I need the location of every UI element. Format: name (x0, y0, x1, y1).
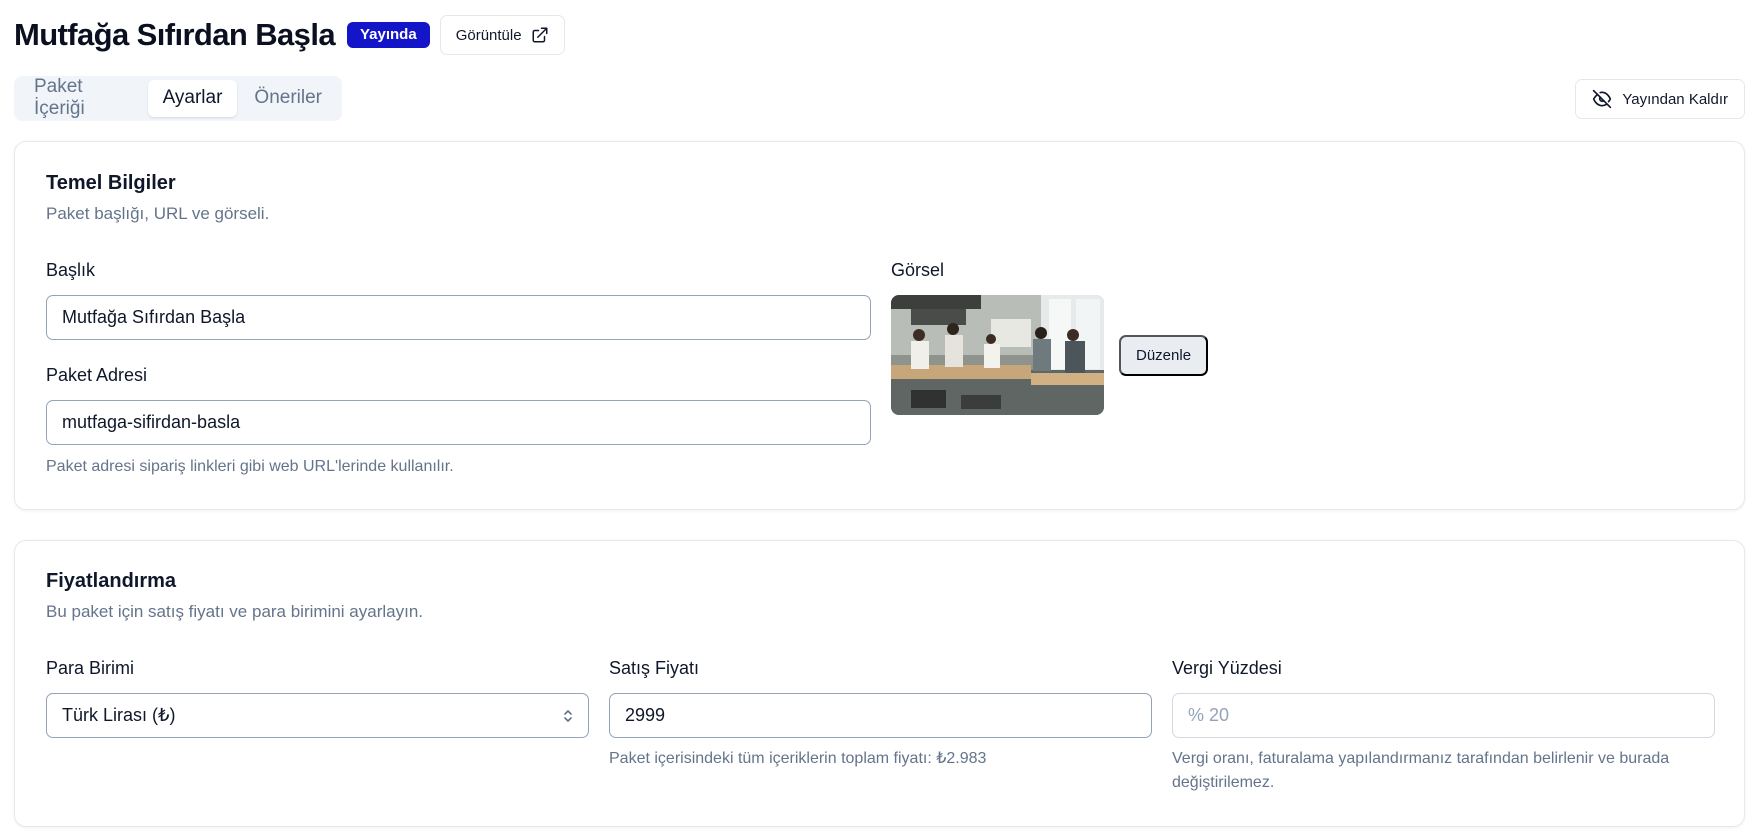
external-link-icon (532, 27, 548, 43)
tab-list: Paket İçeriği Ayarlar Öneriler (14, 76, 342, 121)
price-hint: Paket içerisindeki tüm içeriklerin topla… (609, 750, 987, 767)
slug-label: Paket Adresi (46, 365, 148, 385)
status-badge: Yayında (346, 22, 430, 48)
currency-label: Para Birimi (46, 658, 135, 678)
basic-info-card: Temel Bilgiler Paket başlığı, URL ve gör… (14, 141, 1745, 510)
page-title: Mutfağa Sıfırdan Başla (14, 17, 336, 52)
pricing-card: Fiyatlandırma Bu paket için satış fiyatı… (14, 540, 1745, 827)
tab-suggestions[interactable]: Öneriler (239, 80, 337, 117)
tab-package-content[interactable]: Paket İçeriği (19, 69, 146, 128)
image-label: Görsel (891, 260, 945, 280)
pricing-title: Fiyatlandırma (46, 570, 177, 592)
package-image (891, 295, 1104, 415)
basic-info-title: Temel Bilgiler (46, 172, 176, 194)
page-header: Mutfağa Sıfırdan Başla Yayında Görüntüle (14, 14, 565, 56)
unpublish-button[interactable]: Yayından Kaldır (1575, 79, 1745, 119)
price-input[interactable]: 2999 (609, 693, 1152, 738)
tab-settings[interactable]: Ayarlar (147, 80, 238, 117)
title-label: Başlık (46, 260, 96, 280)
currency-select[interactable]: Türk Lirası (₺) (46, 693, 589, 738)
price-label: Satış Fiyatı (609, 658, 700, 678)
slug-hint: Paket adresi sipariş linkleri gibi web U… (46, 458, 454, 475)
basic-info-description: Paket başlığı, URL ve görseli. (46, 204, 270, 223)
currency-select-value: Türk Lirası (₺) (62, 705, 176, 725)
edit-image-button[interactable]: Düzenle (1119, 335, 1209, 376)
view-button-label: Görüntüle (455, 26, 522, 44)
pricing-description: Bu paket için satış fiyatı ve para birim… (46, 602, 423, 621)
eye-off-icon (1593, 89, 1612, 109)
title-input[interactable]: Mutfağa Sıfırdan Başla (46, 295, 871, 340)
tax-label: Vergi Yüzdesi (1172, 658, 1282, 678)
tax-input[interactable]: % 20 (1172, 693, 1715, 738)
unpublish-button-label: Yayından Kaldır (1622, 90, 1728, 108)
slug-input[interactable]: mutfaga-sifirdan-basla (46, 400, 871, 445)
chevron-up-down-icon (564, 710, 572, 722)
view-button[interactable]: Görüntüle (439, 15, 565, 55)
tax-hint: Vergi oranı, faturalama yapılandırmanız … (1172, 750, 1670, 791)
